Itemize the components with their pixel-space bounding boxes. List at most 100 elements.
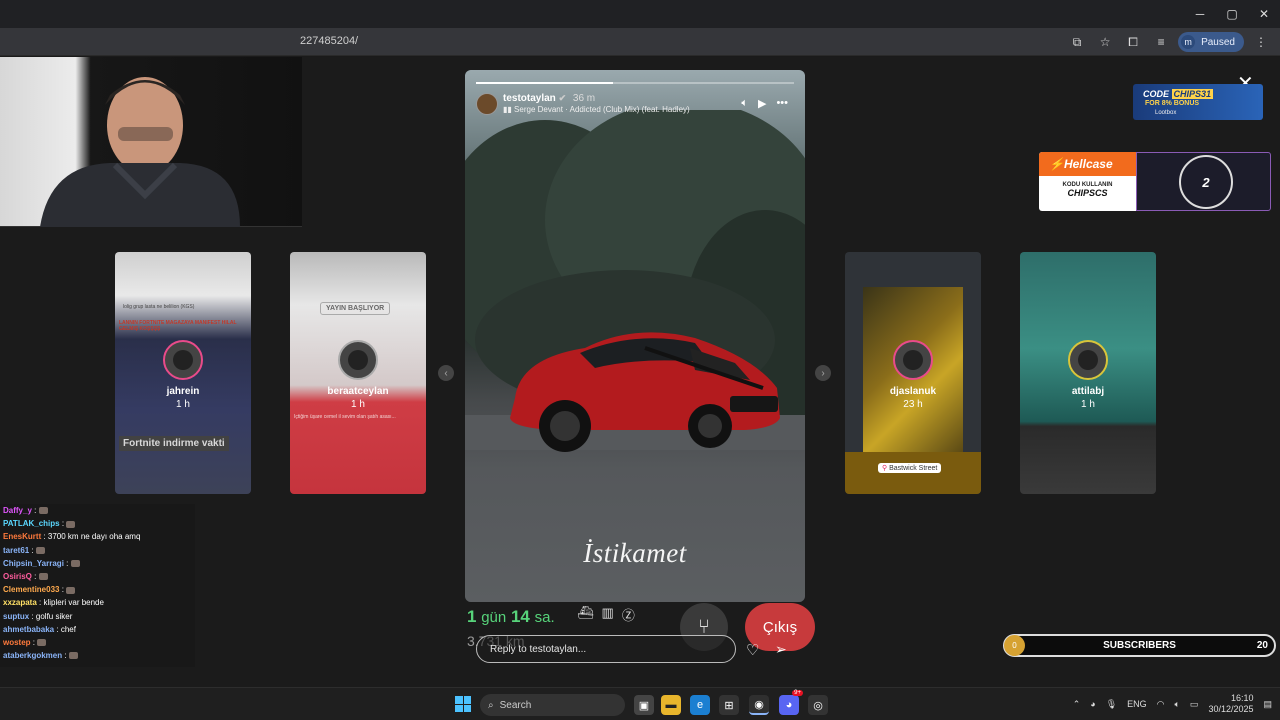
volume-icon[interactable]: 🔈︎ <box>1175 699 1180 710</box>
browser-titlebar: ─ ▢ ✕ <box>0 0 1280 28</box>
story-music[interactable]: ▮▮ Serge Devant · Addicted (Club Mix) (f… <box>503 105 690 114</box>
browser-toolbar: 227485204/ ⧉ ☆ ⧠ ≡ m Paused ⋮ <box>0 28 1280 56</box>
chat-username[interactable]: Chipsin_Yarragi <box>3 559 64 568</box>
mute-icon[interactable]: 🔈︎ <box>741 97 748 110</box>
lootbox-ad[interactable]: CODE CHIPS31 FOR 8% BONUS Lootbox <box>1133 84 1263 120</box>
chrome-icon[interactable]: ◉ <box>749 695 769 715</box>
instagram-stories-page: lolig grup lasta ne belilion (KGS) LANNI… <box>0 57 1280 687</box>
chat-text: 3700 km ne dayı oha amq <box>47 532 141 542</box>
bookmark-star-icon[interactable]: ☆ <box>1094 31 1116 53</box>
next-story-button[interactable]: › <box>815 365 831 381</box>
chat-message: EnesKurtt : 3700 km ne dayı oha amq <box>0 530 195 543</box>
store-icon[interactable]: ⊞ <box>719 695 739 715</box>
chat-emote-icon <box>70 560 80 568</box>
wifi-icon[interactable]: ◠ <box>1157 699 1165 710</box>
location-pin-icon: ⚲ <box>882 465 888 472</box>
window-controls: ─ ▢ ✕ <box>1184 0 1280 28</box>
address-bar[interactable]: 227485204/ <box>300 35 358 47</box>
story-progress-fill <box>476 82 613 84</box>
chat-username[interactable]: wostep <box>3 638 31 647</box>
chat-message: Daffy_y : <box>0 504 195 517</box>
battery-icon[interactable]: ▭ <box>1190 699 1199 710</box>
chat-message: suptux : golfu siker <box>0 610 195 623</box>
hellcase-counter-panel: 2 <box>1136 152 1271 211</box>
story-controls: 🔈︎ ▶ ••• <box>741 97 788 110</box>
story-posted-ago: 36 m <box>572 93 596 104</box>
story-author-avatar[interactable] <box>476 93 498 115</box>
play-icon[interactable]: ▶ <box>758 97 766 110</box>
chat-username[interactable]: EnesKurtt <box>3 532 41 541</box>
ad-code-line: CODE CHIPS31 <box>1143 89 1214 99</box>
active-story[interactable]: testotaylan ✔ 36 m ▮▮ Serge Devant · Add… <box>465 70 805 602</box>
story-header: testotaylan ✔ 36 m ▮▮ Serge Devant · Add… <box>476 92 794 118</box>
task-view-icon[interactable]: ▣ <box>634 695 654 715</box>
story-username: djaslanuk <box>889 386 937 397</box>
language-indicator[interactable]: ENG <box>1127 699 1147 709</box>
windows-start-icon[interactable] <box>455 696 471 712</box>
notifications-icon[interactable]: ▤ <box>1263 699 1272 710</box>
story-card-jahrein[interactable]: lolig grup lasta ne belilion (KGS) LANNI… <box>115 252 251 494</box>
discord-tray-icon[interactable]: ◕ <box>1090 699 1095 709</box>
story-badge: YAYIN BAŞLIYOR <box>320 302 391 315</box>
eta-icons: ⛴︎ ▥ Ⓩ <box>577 605 635 624</box>
like-heart-icon[interactable]: ♡ <box>746 641 759 659</box>
send-icon[interactable]: ➢ <box>775 641 787 658</box>
obs-icon[interactable]: ◎ <box>808 695 828 715</box>
story-footer-band <box>845 452 981 494</box>
profile-button[interactable]: m Paused <box>1178 32 1244 52</box>
location-text: Bastwick Street <box>889 465 938 472</box>
minimize-button[interactable]: ─ <box>1184 0 1216 28</box>
hellcase-brand: ⚡ Hellcase <box>1039 152 1136 176</box>
hellcase-ad[interactable]: ⚡ Hellcase KODU KULLANIN CHIPSCS 2 <box>1039 152 1271 211</box>
taskbar-search[interactable]: ⌕ Search <box>480 694 625 716</box>
chat-username[interactable]: Clementine033 <box>3 585 59 594</box>
chat-message: ataberkgokmen : <box>0 649 195 662</box>
reply-input[interactable]: Reply to testotaylan... <box>476 635 736 663</box>
chat-text: golfu siker <box>35 611 73 621</box>
chat-message: Chipsin_Yarragi : <box>0 557 195 570</box>
chat-username[interactable]: ataberkgokmen <box>3 651 62 660</box>
hellcase-brand-text: Hellcase <box>1063 157 1113 171</box>
chat-message: wostep : <box>0 636 195 649</box>
edge-icon[interactable]: e <box>690 695 710 715</box>
prev-story-button[interactable]: ‹ <box>438 365 454 381</box>
story-card-djaslanuk[interactable]: djaslanuk 23 h ⚲ Bastwick Street <box>845 252 981 494</box>
story-caption: İstikamet <box>583 538 687 568</box>
story-author-username[interactable]: testotaylan <box>503 93 556 104</box>
hellcase-logo-icon: ⚡ <box>1049 157 1064 171</box>
chat-username[interactable]: taret61 <box>3 546 29 555</box>
more-options-icon[interactable]: ••• <box>776 97 788 110</box>
chat-username[interactable]: ahmetbabaka <box>3 625 54 634</box>
chat-separator: : <box>59 585 67 595</box>
chat-username[interactable]: Daffy_y <box>3 506 32 515</box>
location-sticker: ⚲ Bastwick Street <box>878 463 942 473</box>
subscriber-label: SUBSCRIBERS <box>1103 640 1176 651</box>
install-app-icon[interactable]: ⧉ <box>1066 31 1088 53</box>
chat-message: ahmetbabaka : chef <box>0 623 195 636</box>
chat-separator: : <box>62 651 69 661</box>
discord-icon[interactable]: ◕ 9+ <box>779 690 803 715</box>
chat-emote-icon <box>35 546 45 554</box>
chat-username[interactable]: OsirisQ <box>3 572 32 581</box>
chat-username[interactable]: suptux <box>3 612 29 621</box>
tray-overflow-icon[interactable]: ⌃ <box>1073 699 1081 710</box>
more-menu-icon[interactable]: ⋮ <box>1250 31 1272 53</box>
maximize-button[interactable]: ▢ <box>1216 0 1248 28</box>
screen: ─ ▢ ✕ 227485204/ ⧉ ☆ ⧠ ≡ m Paused ⋮ loli… <box>0 0 1280 720</box>
file-explorer-icon[interactable]: ▬ <box>661 695 681 715</box>
microphone-icon[interactable]: 🎙︎ <box>1106 699 1117 710</box>
story-card-beraatceylan[interactable]: YAYIN BAŞLIYOR beraatceylan 1 h Içtiğim … <box>290 252 426 494</box>
chat-username[interactable]: PATLAK_chips <box>3 519 60 528</box>
media-control-icon[interactable]: ≡ <box>1150 31 1172 53</box>
eta-days: 1 <box>467 607 477 626</box>
extensions-icon[interactable]: ⧠ <box>1122 31 1144 53</box>
ad-bonus: FOR 8% BONUS <box>1145 100 1200 107</box>
eta-days-unit: gün <box>481 609 507 626</box>
chat-username[interactable]: xxzapata <box>3 598 37 607</box>
close-window-button[interactable]: ✕ <box>1248 0 1280 28</box>
profile-status: Paused <box>1201 36 1235 48</box>
story-card-attilabj[interactable]: attilabj 1 h <box>1020 252 1156 494</box>
story-username: jahrein <box>166 386 200 397</box>
verified-badge-icon: ✔ <box>558 93 567 103</box>
clock[interactable]: 16:10 30/12/2025 <box>1208 693 1253 715</box>
